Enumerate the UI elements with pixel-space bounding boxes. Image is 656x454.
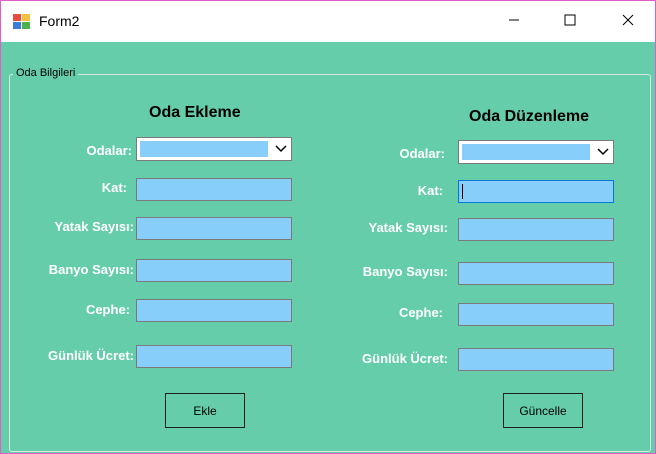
label-odalar-edit: Odalar: — [399, 146, 445, 161]
maximize-icon — [564, 13, 576, 31]
label-yatak-edit: Yatak Sayısı: — [368, 220, 449, 235]
form-client-area: Oda Bilgileri Oda Ekleme Odalar: Kat: Ya… — [1, 42, 655, 453]
kat-input-edit[interactable] — [458, 180, 614, 203]
gunluk-ucret-input-add[interactable] — [136, 345, 292, 368]
form-window: Form2 Oda Bilgileri Oda Ekleme Odalar: K… — [0, 0, 656, 454]
ekle-button[interactable]: Ekle — [165, 393, 245, 428]
close-button[interactable] — [605, 1, 651, 42]
yatak-sayisi-input-edit[interactable] — [458, 218, 614, 241]
odalar-combo-add[interactable] — [136, 137, 292, 161]
window-title: Form2 — [39, 13, 80, 29]
gunluk-ucret-input-edit[interactable] — [458, 348, 614, 371]
label-cephe-add: Cephe: — [85, 302, 130, 317]
text-caret — [462, 184, 463, 199]
yatak-sayisi-input-add[interactable] — [136, 217, 292, 240]
maximize-button[interactable] — [547, 1, 593, 42]
edit-room-heading: Oda Düzenleme — [469, 108, 590, 125]
label-cephe-edit: Cephe: — [398, 305, 443, 320]
minimize-button[interactable] — [491, 1, 537, 42]
app-icon — [13, 13, 31, 29]
groupbox-label: Oda Bilgileri — [13, 67, 79, 79]
title-bar[interactable]: Form2 — [1, 1, 655, 42]
banyo-sayisi-input-add[interactable] — [136, 259, 292, 282]
label-kat-add: Kat: — [101, 180, 127, 195]
close-icon — [622, 13, 634, 31]
minimize-icon — [508, 13, 520, 31]
label-ucret-edit: Günlük Ücret: — [362, 351, 448, 366]
cephe-input-edit[interactable] — [458, 303, 614, 326]
add-room-heading: Oda Ekleme — [149, 104, 241, 121]
guncelle-button[interactable]: Güncelle — [503, 393, 583, 428]
label-banyo-edit: Banyo Sayısı: — [362, 264, 448, 279]
label-kat-edit: Kat: — [417, 183, 443, 198]
label-yatak-add: Yatak Sayısı: — [54, 219, 135, 234]
odalar-combo-edit[interactable] — [458, 140, 614, 164]
chevron-down-icon[interactable] — [271, 138, 291, 160]
cephe-input-add[interactable] — [136, 299, 292, 322]
label-odalar-add: Odalar: — [86, 143, 132, 158]
banyo-sayisi-input-edit[interactable] — [458, 262, 614, 285]
label-ucret-add: Günlük Ücret: — [48, 348, 134, 363]
label-banyo-add: Banyo Sayısı: — [48, 262, 134, 277]
kat-input-add[interactable] — [136, 178, 292, 201]
chevron-down-icon[interactable] — [593, 141, 613, 163]
